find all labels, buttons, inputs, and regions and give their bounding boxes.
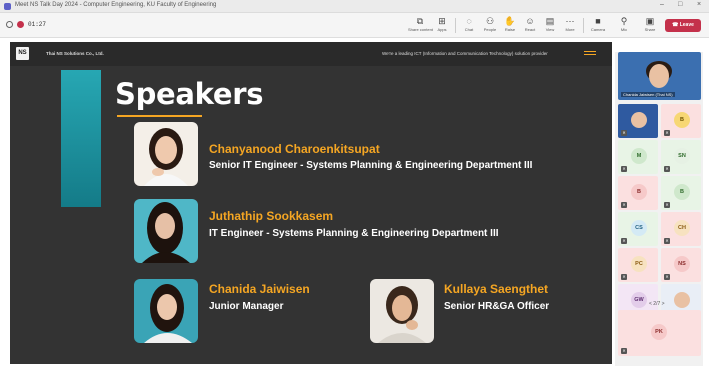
participant-pager[interactable]: < 2/7 > (649, 301, 665, 307)
avatar: PC (631, 256, 647, 272)
menu-lines-icon (584, 51, 596, 57)
avatar: PK (651, 324, 667, 340)
participant-tile[interactable]: ✕ (618, 104, 658, 138)
minimize-icon[interactable]: – (660, 1, 664, 8)
shield-icon[interactable] (6, 21, 13, 28)
recording-icon (17, 21, 24, 28)
avatar: B (631, 184, 647, 200)
participant-tile[interactable]: B ✕ (661, 104, 701, 138)
share-screen-icon: ⧉ (416, 16, 424, 26)
meeting-timer: 01:27 (28, 21, 47, 28)
close-icon[interactable]: × (697, 1, 701, 8)
avatar: M (631, 148, 647, 164)
mic-off-icon: ✕ (664, 274, 670, 280)
speaker-role: Senior IT Engineer - Systems Planning & … (209, 160, 533, 171)
heading-underline (117, 115, 202, 117)
phone-icon: ☎ (672, 22, 680, 28)
avatar: NS (674, 256, 690, 272)
mic-off-icon: ✕ (621, 238, 627, 244)
participant-tile[interactable]: PC ✕ (618, 248, 658, 282)
avatar: CH (674, 220, 690, 236)
mic-off-icon: ✕ (664, 130, 670, 136)
participant-tile[interactable]: NS ✕ (661, 248, 701, 282)
participant-tile[interactable]: CS ✕ (618, 212, 658, 246)
mic-off-icon: ✕ (621, 166, 627, 172)
speaker-name: Kullaya Saengthet (444, 282, 549, 296)
avatar: SN (674, 148, 690, 164)
speaker-name: Juthathip Sookkasem (209, 209, 334, 223)
share-icon: ▣ (645, 16, 655, 26)
toolbar-divider (455, 18, 456, 33)
shared-slide: NS Thai NS Solutions Co., Ltd. We're a l… (10, 42, 612, 364)
participant-tile[interactable]: B ✕ (661, 176, 701, 210)
speaker-name: Chanida Jaiwisen (209, 282, 310, 296)
mic-off-icon: ✕ (664, 238, 670, 244)
speaker-role: IT Engineer - Systems Planning & Enginee… (209, 228, 499, 239)
slide-header: NS Thai NS Solutions Co., Ltd. We're a l… (10, 42, 612, 66)
share-button[interactable]: ▣ Share (638, 16, 662, 36)
participants-rail: Chanida Jaiwisen (Thai NS) ✕ B ✕ M ✕ SN … (615, 52, 703, 366)
slide-heading: Speakers (115, 77, 264, 111)
meeting-toolbar: 01:27 ⧉ Share content ⊞ Apps ◌ Chat ⚇ Pe… (0, 13, 709, 38)
participant-tile[interactable]: B ✕ (618, 176, 658, 210)
window-titlebar: Meet NS Talk Day 2024 - Computer Enginee… (0, 0, 709, 13)
company-logo: NS (16, 47, 29, 60)
participant-tile[interactable]: PK ✕ (618, 310, 701, 356)
apps-button[interactable]: ⊞ Apps (430, 16, 454, 36)
participant-tile[interactable]: CH ✕ (661, 212, 701, 246)
decorative-bar (61, 70, 101, 207)
camera-button[interactable]: ■ Camera (586, 16, 610, 36)
speaker-photo (134, 122, 198, 186)
leave-button[interactable]: ☎ Leave (665, 19, 701, 32)
avatar: B (674, 184, 690, 200)
more-apps-icon: ⊞ (438, 16, 446, 26)
featured-video-tile[interactable]: Chanida Jaiwisen (Thai NS) (618, 52, 701, 100)
avatar (674, 292, 690, 308)
mic-off-icon: ✕ (621, 202, 627, 208)
featured-caption: Chanida Jaiwisen (Thai NS) (621, 92, 675, 97)
participant-tile[interactable]: M ✕ (618, 140, 658, 174)
meeting-timer-group: 01:27 (6, 21, 46, 28)
maximize-icon[interactable]: □ (678, 1, 682, 8)
window-title: Meet NS Talk Day 2024 - Computer Enginee… (15, 2, 217, 8)
mic-off-icon: ✕ (621, 274, 627, 280)
share-content-button[interactable]: ⧉ Share content (408, 16, 433, 36)
avatar (631, 112, 647, 128)
camera-icon: ■ (595, 16, 601, 26)
mic-off-icon: ✕ (664, 166, 670, 172)
mic-off-icon: ✕ (664, 202, 670, 208)
company-tagline: We're a leading ICT (Information and Com… (382, 51, 548, 56)
mic-off-icon: ✕ (621, 130, 627, 136)
speaker-photo (134, 279, 198, 343)
teams-logo-icon (4, 3, 11, 10)
speaker-role: Senior HR&GA Officer (444, 301, 550, 312)
avatar: CS (631, 220, 647, 236)
speaker-photo (370, 279, 434, 343)
more-icon: ⋯ (565, 16, 575, 26)
toolbar-divider (583, 18, 584, 33)
speaker-name: Chanyanood Charoenkitsupat (209, 142, 380, 156)
mic-off-icon: ✕ (621, 348, 627, 354)
speaker-role: Junior Manager (209, 301, 284, 312)
avatar: B (674, 112, 690, 128)
mic-icon: ⚲ (620, 16, 628, 26)
company-name: Thai NS Solutions Co., Ltd. (46, 51, 104, 56)
mic-button[interactable]: ⚲ Mic (612, 16, 636, 36)
speaker-photo (134, 199, 198, 263)
more-button[interactable]: ⋯ More (558, 16, 582, 36)
participant-tile[interactable]: SN ✕ (661, 140, 701, 174)
avatar: GW (631, 292, 647, 308)
